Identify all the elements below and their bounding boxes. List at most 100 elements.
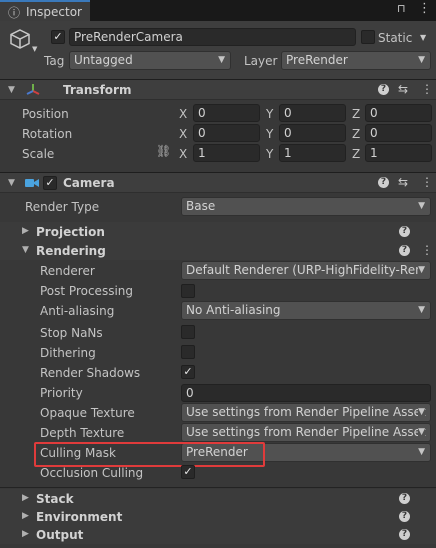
- stop-nans-checkbox[interactable]: [181, 325, 195, 339]
- window-tab-bar: ⓘ Inspector ⊓ ⋮: [0, 0, 436, 21]
- position-x-field[interactable]: 0: [193, 104, 260, 122]
- fold-closed-icon[interactable]: ▶: [22, 511, 29, 521]
- chevron-down-icon: ▼: [418, 447, 425, 457]
- scale-x-field[interactable]: 1: [193, 144, 260, 162]
- object-name-field[interactable]: PreRenderCamera: [69, 28, 356, 46]
- opaque-texture-value: Use settings from Render Pipeline Asset: [186, 405, 426, 419]
- layer-label: Layer: [244, 54, 278, 68]
- dithering-checkbox[interactable]: [181, 345, 195, 359]
- rendering-title: Rendering: [36, 244, 106, 258]
- rotation-x-field[interactable]: 0: [193, 124, 260, 142]
- chevron-down-icon: ▼: [218, 55, 225, 65]
- position-x-label: X: [179, 107, 188, 121]
- help-icon[interactable]: ?: [399, 493, 410, 504]
- output-section-header[interactable]: ▶ Output ?: [0, 525, 436, 544]
- priority-label: Priority: [40, 386, 83, 400]
- fold-open-icon[interactable]: ▼: [8, 85, 15, 95]
- tag-value: Untagged: [74, 53, 133, 67]
- rotation-label: Rotation: [22, 127, 73, 141]
- rotation-y-label: Y: [266, 127, 274, 141]
- anti-aliasing-label: Anti-aliasing: [40, 304, 115, 318]
- position-y-label: Y: [266, 107, 274, 121]
- rotation-z-field[interactable]: 0: [365, 124, 432, 142]
- camera-header[interactable]: ▼ ✓ Camera ? ⇆ ⋮: [0, 172, 436, 193]
- fold-closed-icon[interactable]: ▶: [22, 493, 29, 503]
- inspector-icon: ⓘ: [8, 6, 21, 20]
- position-y-field[interactable]: 0: [279, 104, 346, 122]
- priority-field[interactable]: 0: [181, 384, 431, 402]
- scale-z-label: Z: [352, 147, 361, 161]
- chevron-down-icon: ▼: [418, 305, 425, 315]
- transform-title: Transform: [63, 83, 132, 97]
- post-processing-label: Post Processing: [40, 284, 133, 298]
- stack-section-header[interactable]: ▶ Stack ?: [0, 489, 436, 508]
- lock-icon[interactable]: ⊓: [397, 2, 406, 15]
- depth-texture-dropdown[interactable]: Use settings from Render Pipeline Asset ▼: [181, 423, 431, 442]
- fold-closed-icon[interactable]: ▶: [22, 226, 29, 236]
- post-processing-checkbox[interactable]: [181, 284, 195, 298]
- render-type-label: Render Type: [25, 200, 100, 214]
- help-icon[interactable]: ?: [399, 245, 410, 256]
- more-icon[interactable]: ⋮: [421, 243, 433, 257]
- section-divider: [0, 487, 436, 488]
- occlusion-culling-label: Occlusion Culling: [40, 466, 144, 480]
- camera-icon: [25, 179, 39, 187]
- transform-icon: [26, 84, 40, 95]
- scale-y-label: Y: [266, 147, 274, 161]
- position-z-field[interactable]: 0: [365, 104, 432, 122]
- gameobject-header: ▼ ✓ PreRenderCamera Static ▼ Tag Untagge…: [0, 21, 436, 80]
- layer-dropdown[interactable]: PreRender ▼: [281, 51, 431, 70]
- renderer-label: Renderer: [40, 264, 95, 278]
- static-dropdown-icon[interactable]: ▼: [420, 33, 426, 42]
- environment-section-header[interactable]: ▶ Environment ?: [0, 507, 436, 526]
- projection-title: Projection: [36, 225, 105, 239]
- render-shadows-checkbox[interactable]: ✓: [181, 365, 195, 379]
- chevron-down-icon: ▼: [418, 55, 425, 65]
- scale-z-field[interactable]: 1: [365, 144, 432, 162]
- tag-dropdown[interactable]: Untagged ▼: [69, 51, 231, 70]
- help-icon[interactable]: ?: [399, 226, 410, 237]
- help-icon[interactable]: ?: [399, 529, 410, 540]
- scale-label: Scale: [22, 147, 55, 161]
- more-menu-icon[interactable]: ⋮: [418, 1, 431, 16]
- render-shadows-label: Render Shadows: [40, 366, 141, 380]
- opaque-texture-dropdown[interactable]: Use settings from Render Pipeline Asset ▼: [181, 403, 431, 422]
- presets-icon[interactable]: ⇆: [398, 82, 408, 96]
- static-label: Static: [378, 31, 413, 45]
- anti-aliasing-value: No Anti-aliasing: [186, 303, 281, 317]
- help-icon[interactable]: ?: [378, 177, 389, 188]
- render-type-dropdown[interactable]: Base ▼: [181, 197, 431, 216]
- transform-header[interactable]: ▼ Transform ? ⇆ ⋮: [0, 79, 436, 100]
- presets-icon[interactable]: ⇆: [398, 175, 408, 189]
- chevron-down-icon: ▼: [418, 404, 425, 421]
- environment-title: Environment: [36, 510, 123, 524]
- icon-dropdown-arrow-icon[interactable]: ▼: [32, 45, 37, 53]
- stop-nans-label: Stop NaNs: [40, 326, 103, 340]
- rotation-z-label: Z: [352, 127, 361, 141]
- help-icon[interactable]: ?: [378, 84, 389, 95]
- chevron-down-icon: ▼: [418, 262, 425, 279]
- rotation-x-label: X: [179, 127, 188, 141]
- rendering-section-header[interactable]: ▼ Rendering ? ⋮: [0, 241, 436, 260]
- renderer-dropdown[interactable]: Default Renderer (URP-HighFidelity-Ren ▼: [181, 261, 431, 280]
- constrain-proportions-icon[interactable]: ⛓: [156, 144, 171, 158]
- active-checkbox[interactable]: ✓: [51, 30, 65, 44]
- camera-enabled-checkbox[interactable]: ✓: [43, 176, 57, 190]
- tab-inspector[interactable]: ⓘ Inspector: [0, 0, 90, 21]
- gameobject-cube-icon: [10, 29, 30, 49]
- occlusion-culling-checkbox[interactable]: ✓: [181, 465, 195, 479]
- static-checkbox[interactable]: [361, 30, 375, 44]
- projection-section-header[interactable]: ▶ Projection ?: [0, 222, 436, 241]
- depth-texture-label: Depth Texture: [40, 426, 125, 440]
- fold-open-icon[interactable]: ▼: [22, 245, 29, 255]
- anti-aliasing-dropdown[interactable]: No Anti-aliasing ▼: [181, 301, 431, 320]
- stack-title: Stack: [36, 492, 74, 506]
- more-icon[interactable]: ⋮: [421, 175, 433, 189]
- fold-open-icon[interactable]: ▼: [8, 178, 15, 188]
- help-icon[interactable]: ?: [399, 511, 410, 522]
- rotation-y-field[interactable]: 0: [279, 124, 346, 142]
- tab-inspector-label: Inspector: [26, 5, 82, 19]
- more-icon[interactable]: ⋮: [421, 82, 433, 96]
- scale-y-field[interactable]: 1: [279, 144, 346, 162]
- fold-closed-icon[interactable]: ▶: [22, 529, 29, 539]
